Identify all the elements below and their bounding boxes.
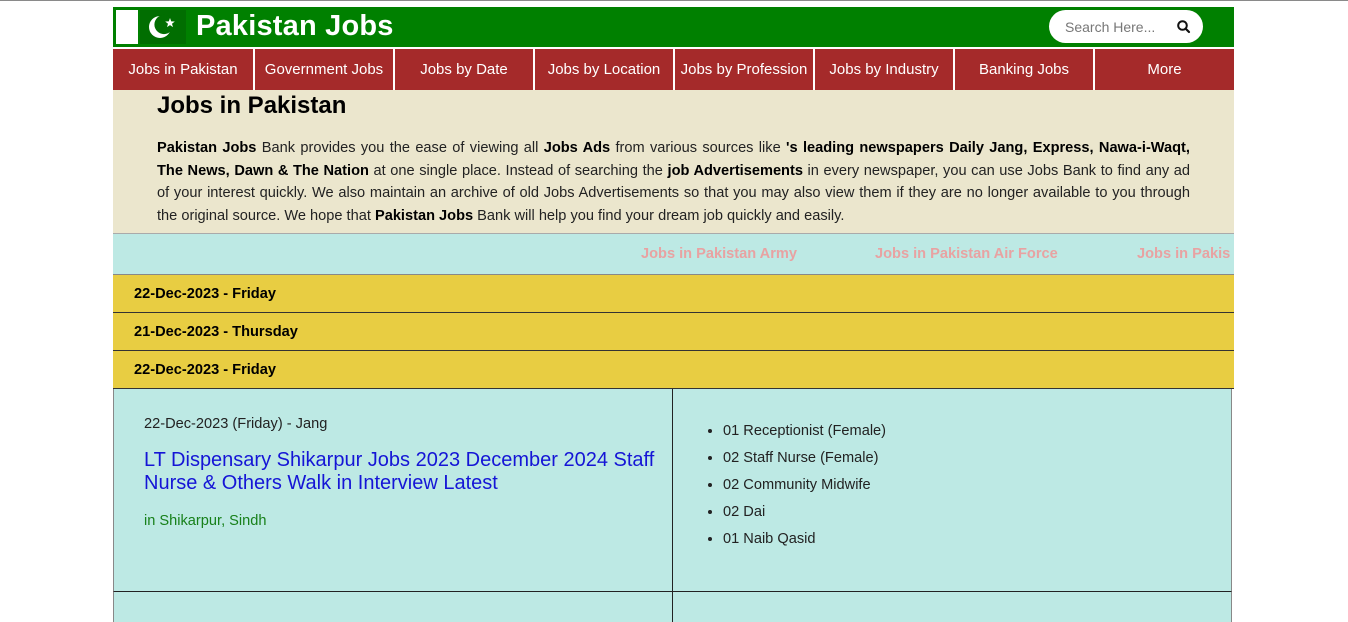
search-input[interactable]: [1065, 10, 1165, 43]
intro-bold-2: Jobs Ads: [543, 140, 611, 156]
search-box: [1049, 10, 1203, 43]
list-item: 02 Community Midwife: [723, 472, 886, 499]
intro-bold-4: job Advertisements: [667, 162, 803, 179]
positions-list: 01 Receptionist (Female) 02 Staff Nurse …: [703, 418, 886, 553]
intro-section: Jobs in Pakistan Pakistan Jobs Bank prov…: [113, 90, 1234, 233]
next-job-card-left: [113, 592, 673, 622]
intro-text-2: from various sources like: [610, 140, 787, 156]
marquee-link[interactable]: Jobs in Pakistan Army: [641, 246, 797, 262]
nav-jobs-by-industry[interactable]: Jobs by Industry: [815, 49, 955, 90]
site-header: Pakistan Jobs: [113, 7, 1234, 47]
intro-paragraph: Pakistan Jobs Bank provides you the ease…: [157, 137, 1190, 227]
jobs-marquee: Jobs in Pakistan Army Jobs in Pakistan A…: [113, 233, 1234, 275]
list-item: 01 Naib Qasid: [723, 526, 886, 553]
nav-banking-jobs[interactable]: Banking Jobs: [955, 49, 1095, 90]
intro-bold-5: Pakistan Jobs: [374, 207, 474, 224]
flag-white-band: [116, 10, 138, 44]
list-item: 02 Dai: [723, 499, 886, 526]
list-item: 01 Receptionist (Female): [723, 418, 886, 445]
marquee-link[interactable]: Jobs in Pakis: [1137, 246, 1230, 262]
date-row[interactable]: 21-Dec-2023 - Thursday: [113, 313, 1234, 351]
nav-jobs-by-location[interactable]: Jobs by Location: [535, 49, 675, 90]
job-card-summary: 22-Dec-2023 (Friday) - Jang LT Dispensar…: [113, 389, 673, 592]
job-card-positions: 01 Receptionist (Female) 02 Staff Nurse …: [673, 389, 1232, 592]
main-nav: Jobs in Pakistan Government Jobs Jobs by…: [113, 49, 1234, 90]
search-icon[interactable]: [1175, 18, 1193, 36]
nav-jobs-by-profession[interactable]: Jobs by Profession: [675, 49, 815, 90]
crescent-star-icon: [149, 14, 175, 38]
nav-more[interactable]: More: [1095, 49, 1234, 90]
nav-jobs-in-pakistan[interactable]: Jobs in Pakistan: [113, 49, 255, 90]
marquee-link[interactable]: Jobs in Pakistan Air Force: [875, 246, 1058, 262]
list-item: 02 Staff Nurse (Female): [723, 445, 886, 472]
intro-text-1: Bank provides you the ease of viewing al…: [256, 140, 544, 156]
job-title-link[interactable]: LT Dispensary Shikarpur Jobs 2023 Decemb…: [144, 449, 664, 495]
intro-heading: Jobs in Pakistan: [157, 92, 347, 119]
intro-text-5: Bank will help you find your dream job q…: [473, 207, 845, 224]
nav-government-jobs[interactable]: Government Jobs: [255, 49, 395, 90]
job-location[interactable]: in Shikarpur, Sindh: [144, 513, 267, 529]
site-title[interactable]: Pakistan Jobs: [196, 10, 394, 43]
intro-text-3: at one single place. Instead of searchin…: [368, 162, 668, 179]
intro-bold-1: Pakistan Jobs: [157, 140, 257, 156]
page-wrapper: Pakistan Jobs Jobs in Pakistan Governmen…: [113, 7, 1234, 622]
date-row[interactable]: 22-Dec-2023 - Friday: [113, 351, 1234, 389]
date-row[interactable]: 22-Dec-2023 - Friday: [113, 275, 1234, 313]
pakistan-flag-logo[interactable]: [116, 10, 186, 44]
flag-green-field: [140, 10, 186, 44]
job-meta: 22-Dec-2023 (Friday) - Jang: [144, 416, 328, 432]
nav-jobs-by-date[interactable]: Jobs by Date: [395, 49, 535, 90]
next-job-card-right: [673, 592, 1232, 622]
